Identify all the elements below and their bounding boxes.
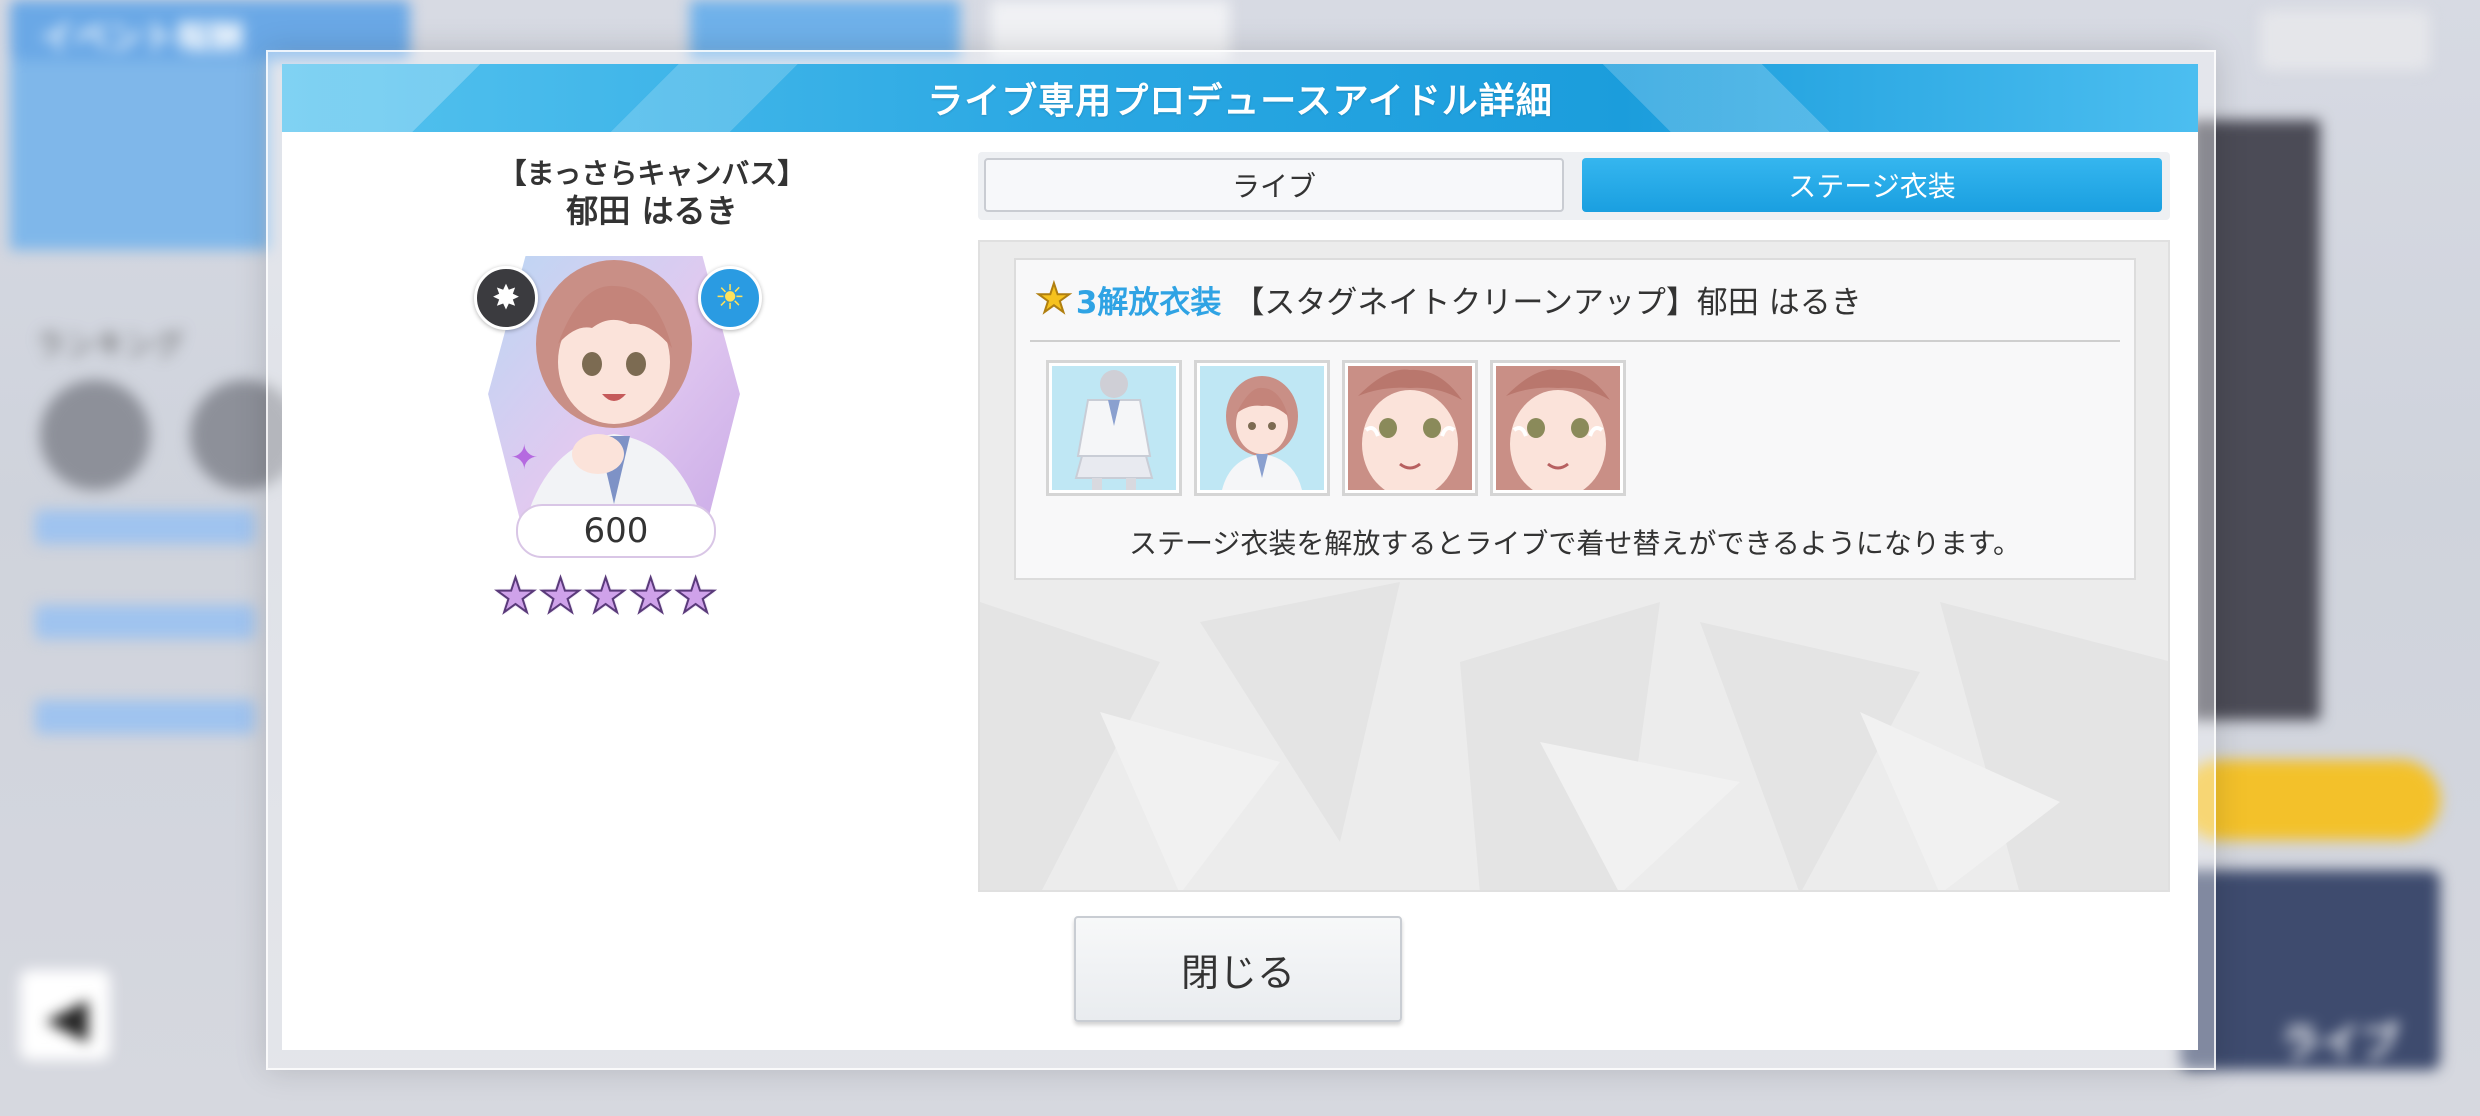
bg-bar (35, 510, 255, 544)
costume-thumbnail-face[interactable] (1490, 360, 1626, 498)
costume-thumbnails (1046, 360, 1626, 498)
idol-portrait[interactable]: ✦ ✸ ☀ 600 (474, 244, 762, 566)
divider (1030, 340, 2120, 342)
bg-event-header-text: イベント報酬 (40, 18, 244, 58)
tab-live[interactable]: ライブ (984, 158, 1564, 212)
back-arrow-icon: ◀ (45, 985, 89, 1050)
dialog-title-bar: ライブ専用プロデュースアイドル詳細 (282, 64, 2198, 132)
svg-text:✦: ✦ (510, 438, 539, 478)
bg-bar (35, 605, 255, 639)
bg-top-icons (2260, 10, 2430, 70)
bg-event-panel (10, 60, 270, 250)
tab-stage-costume[interactable]: ステージ衣装 (1582, 158, 2162, 212)
bg-live-label: ライブ (2280, 1020, 2400, 1066)
bg-yellow-pill (2180, 760, 2440, 840)
costume-header: ★ 3解放衣装 【スタグネイトクリーンアップ】郁田 はるき (1035, 275, 1862, 323)
star-rating: ★ ★ ★ ★ ★ (493, 568, 718, 624)
costume-unlock-level: 3解放衣装 (1075, 284, 1222, 321)
idol-score: 600 (516, 504, 716, 558)
attribute-burst-icon: ✸ (474, 266, 538, 330)
star-icon: ★ (673, 568, 718, 624)
idol-detail-dialog: ライブ専用プロデュースアイドル詳細 【まっさらキャンバス】 郁田 はるき ✦ ✸… (282, 64, 2198, 1050)
bg-bar (35, 700, 255, 734)
idol-name: 郁田 はるき (566, 192, 738, 230)
stage-costume-panel: ★ 3解放衣装 【スタグネイトクリーンアップ】郁田 はるき ステージ衣装を解放す… (978, 240, 2170, 892)
star-icon: ★ (583, 568, 628, 624)
detail-tabs: ライブ ステージ衣装 (978, 152, 2170, 220)
costume-name: 【スタグネイトクリーンアップ】郁田 はるき (1233, 284, 1862, 321)
dialog-title: ライブ専用プロデュースアイドル詳細 (927, 81, 1553, 122)
costume-thumbnail-face[interactable] (1342, 360, 1478, 498)
star-icon: ★ (1035, 275, 1073, 323)
costume-thumbnail-full-body[interactable] (1046, 360, 1182, 496)
bg-avatar (40, 380, 150, 490)
costume-card: ★ 3解放衣装 【スタグネイトクリーンアップ】郁田 はるき ステージ衣装を解放す… (1014, 258, 2136, 580)
costume-note: ステージ衣装を解放するとライブで着せ替えができるようになります。 (1128, 527, 2022, 560)
star-icon: ★ (538, 568, 583, 624)
bg-ranking-label: ランキング (35, 328, 185, 363)
costume-thumbnail-bust[interactable] (1194, 360, 1330, 496)
star-icon: ★ (493, 568, 538, 624)
attribute-sun-icon: ☀ (698, 266, 762, 330)
star-icon: ★ (628, 568, 673, 624)
close-button[interactable]: 閉じる (1074, 916, 1402, 1022)
